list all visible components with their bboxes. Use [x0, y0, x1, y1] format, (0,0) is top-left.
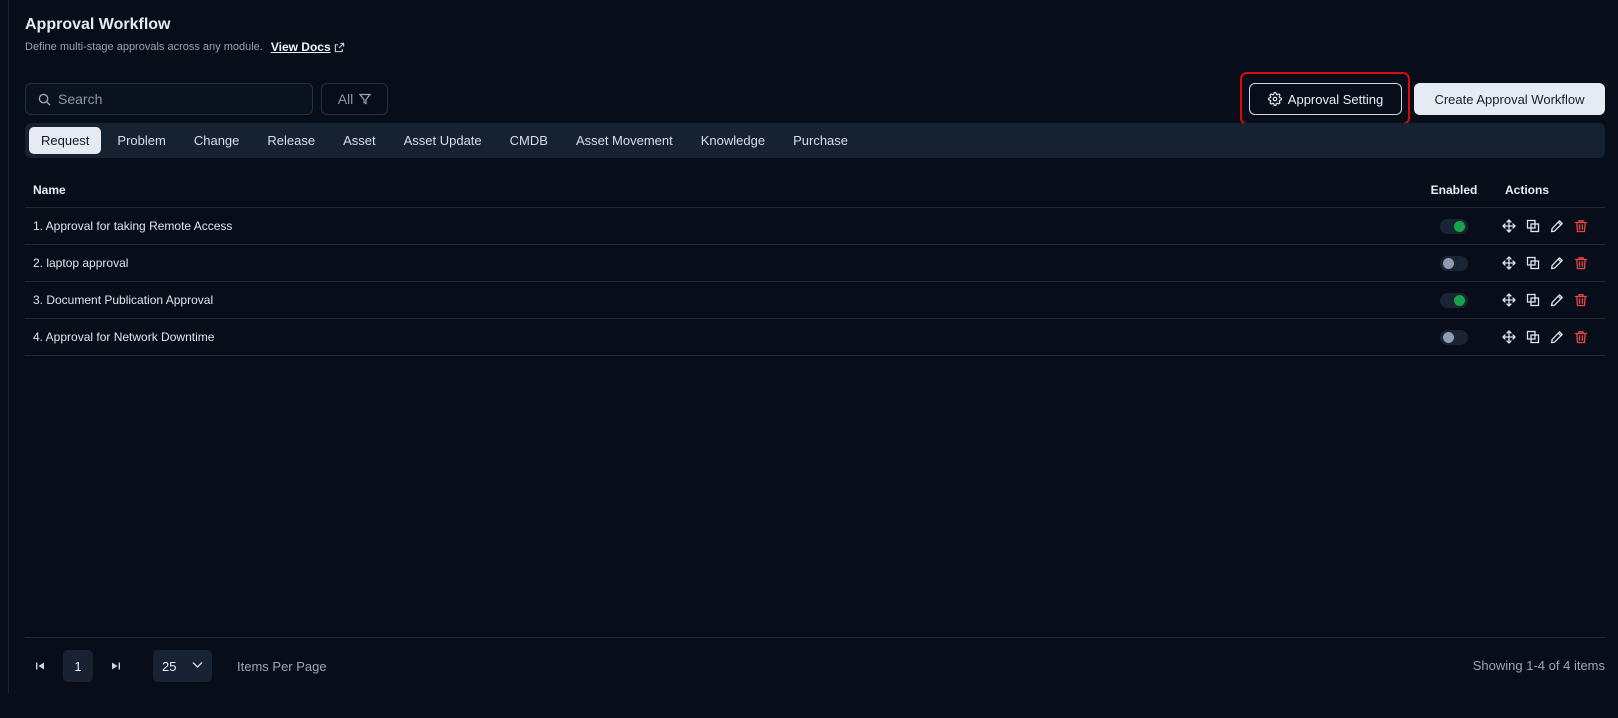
table-header: Name Enabled Actions — [25, 172, 1605, 208]
enabled-cell — [1415, 218, 1493, 234]
module-tabs: Request Problem Change Release Asset Ass… — [25, 123, 1605, 158]
workflow-name: 3. Document Publication Approval — [33, 293, 214, 307]
move-icon[interactable] — [1501, 255, 1517, 271]
copy-icon[interactable] — [1525, 255, 1541, 271]
toggle-knob — [1454, 220, 1465, 232]
external-link-icon — [334, 42, 344, 52]
workflow-table: Name Enabled Actions 1. Approval for tak… — [25, 172, 1605, 356]
tab-asset-movement[interactable]: Asset Movement — [564, 127, 685, 154]
tab-purchase[interactable]: Purchase — [781, 127, 860, 154]
page-subtitle: Define multi-stage approvals across any … — [25, 40, 345, 54]
search-input[interactable] — [58, 91, 288, 107]
workflow-name: 1. Approval for taking Remote Access — [33, 219, 233, 233]
page-size-select[interactable]: 25 — [153, 650, 212, 682]
search-box[interactable] — [25, 83, 313, 115]
tab-cmdb[interactable]: CMDB — [498, 127, 560, 154]
move-icon[interactable] — [1501, 292, 1517, 308]
toggle-knob — [1454, 294, 1465, 306]
enabled-toggle[interactable] — [1440, 292, 1468, 308]
delete-icon[interactable] — [1573, 218, 1589, 234]
tab-knowledge[interactable]: Knowledge — [689, 127, 777, 154]
edit-icon[interactable] — [1549, 218, 1565, 234]
search-icon — [38, 93, 51, 106]
toggle-knob — [1443, 257, 1454, 269]
page-number-current[interactable]: 1 — [63, 650, 93, 682]
enabled-toggle[interactable] — [1440, 255, 1468, 271]
table-row: 2. laptop approval — [25, 245, 1605, 282]
view-docs-label: View Docs — [270, 40, 331, 54]
edit-icon[interactable] — [1549, 292, 1565, 308]
create-label: Create Approval Workflow — [1434, 91, 1585, 107]
enabled-toggle[interactable] — [1440, 329, 1468, 345]
table-row: 4. Approval for Network Downtime — [25, 319, 1605, 356]
page-size-value: 25 — [162, 658, 177, 674]
left-divider — [8, 0, 9, 693]
enabled-cell — [1415, 255, 1493, 271]
view-docs-link[interactable]: View Docs — [271, 40, 345, 54]
column-actions: Actions — [1505, 182, 1550, 197]
copy-icon[interactable] — [1525, 329, 1541, 345]
edit-icon[interactable] — [1549, 255, 1565, 271]
page-title: Approval Workflow — [25, 16, 171, 33]
approval-setting-button[interactable]: Approval Setting — [1249, 83, 1402, 115]
column-enabled: Enabled — [1430, 182, 1478, 197]
tab-change[interactable]: Change — [182, 127, 252, 154]
toggle-knob — [1443, 331, 1454, 343]
copy-icon[interactable] — [1525, 218, 1541, 234]
delete-icon[interactable] — [1573, 329, 1589, 345]
move-icon[interactable] — [1501, 329, 1517, 345]
actions-cell — [1493, 329, 1605, 345]
pagination: 1 25 Items Per Page — [25, 650, 327, 682]
approval-setting-label: Approval Setting — [1287, 91, 1384, 107]
tab-asset-update[interactable]: Asset Update — [392, 127, 494, 154]
table-row: 1. Approval for taking Remote Access — [25, 208, 1605, 245]
last-page-button[interactable] — [101, 651, 131, 681]
edit-icon[interactable] — [1549, 329, 1565, 345]
filter-button[interactable]: All — [321, 83, 388, 115]
create-approval-workflow-button[interactable]: Create Approval Workflow — [1414, 83, 1605, 115]
workflow-name: 2. laptop approval — [33, 256, 129, 270]
tab-release[interactable]: Release — [255, 127, 327, 154]
tab-problem[interactable]: Problem — [105, 127, 177, 154]
approval-workflow-page: Approval Workflow Define multi-stage app… — [25, 0, 1605, 718]
move-icon[interactable] — [1501, 218, 1517, 234]
filter-icon — [359, 93, 372, 105]
delete-icon[interactable] — [1573, 292, 1589, 308]
enabled-toggle[interactable] — [1440, 218, 1468, 234]
enabled-cell — [1415, 292, 1493, 308]
tab-request[interactable]: Request — [29, 127, 102, 154]
footer-divider — [25, 637, 1605, 638]
table-row: 3. Document Publication Approval — [25, 282, 1605, 319]
items-per-page-label: Items Per Page — [237, 659, 327, 674]
table-body: 1. Approval for taking Remote Access 2. l… — [25, 208, 1605, 356]
first-page-icon — [36, 662, 44, 670]
column-name: Name — [33, 182, 66, 197]
subtitle-text: Define multi-stage approvals across any … — [25, 41, 263, 53]
showing-count: Showing 1-4 of 4 items — [1472, 658, 1605, 673]
actions-cell — [1493, 255, 1605, 271]
delete-icon[interactable] — [1573, 255, 1589, 271]
first-page-button[interactable] — [25, 651, 55, 681]
enabled-cell — [1415, 329, 1493, 345]
copy-icon[interactable] — [1525, 292, 1541, 308]
chevron-down-icon — [192, 662, 203, 668]
gear-icon — [1267, 92, 1282, 106]
actions-cell — [1493, 218, 1605, 234]
actions-cell — [1493, 292, 1605, 308]
last-page-icon — [112, 662, 120, 670]
filter-label: All — [337, 91, 354, 107]
workflow-name: 4. Approval for Network Downtime — [33, 330, 215, 344]
tab-asset[interactable]: Asset — [331, 127, 388, 154]
